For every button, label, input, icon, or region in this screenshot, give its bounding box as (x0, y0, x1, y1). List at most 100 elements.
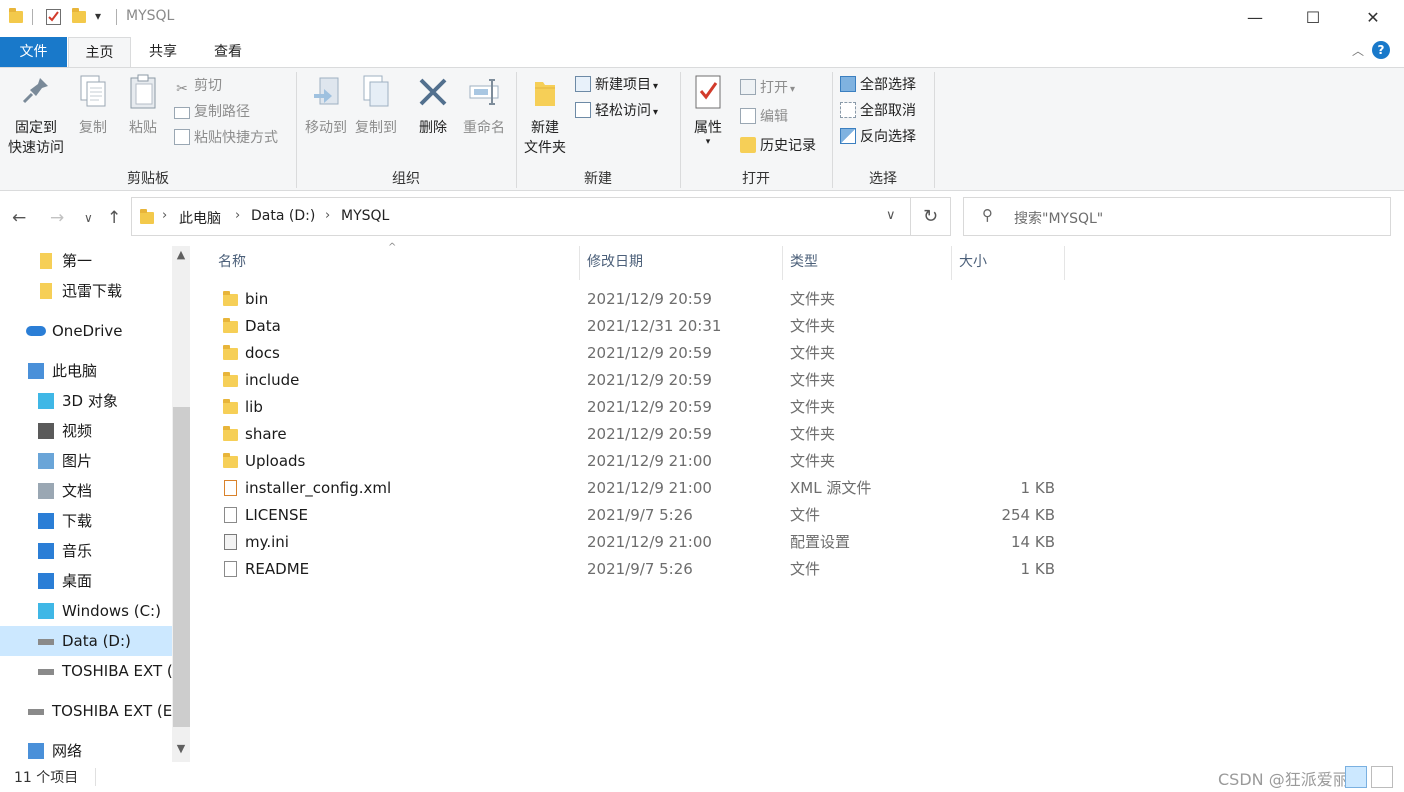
select-none-label: 全部取消 (860, 103, 916, 119)
folder-icon (40, 253, 52, 269)
file-row[interactable]: README 2021/9/7 5:26 文件 1 KB (212, 556, 1082, 583)
tab-home[interactable]: 主页 (68, 37, 131, 67)
nav-item[interactable]: Data (D:) (0, 626, 172, 656)
scroll-up-arrow-icon[interactable]: ▲ (172, 248, 190, 261)
paste-button[interactable]: 粘贴 (120, 74, 166, 138)
breadcrumb-separator-icon[interactable]: › (325, 208, 330, 223)
breadcrumb-separator-icon[interactable]: › (235, 208, 240, 223)
maximize-button[interactable]: ☐ (1290, 0, 1336, 34)
file-date: 2021/12/9 20:59 (587, 425, 712, 443)
select-none-button[interactable]: 全部取消 (840, 99, 916, 123)
file-row[interactable]: Data 2021/12/31 20:31 文件夹 (212, 313, 1082, 340)
nav-item[interactable]: 图片 (0, 446, 172, 476)
breadcrumb-this-pc[interactable]: 此电脑 (179, 208, 221, 228)
close-button[interactable]: ✕ (1350, 0, 1396, 34)
file-row[interactable]: bin 2021/12/9 20:59 文件夹 (212, 286, 1082, 313)
collapse-ribbon-icon[interactable]: ︿ (1352, 42, 1364, 59)
column-header-size[interactable]: 大小 (959, 252, 987, 280)
pin-to-quick-access-button[interactable]: 固定到 快速访问 (4, 74, 68, 158)
nav-item[interactable]: 此电脑 (0, 356, 172, 386)
nav-item[interactable]: Windows (C:) (0, 596, 172, 626)
column-header-name[interactable]: 名称 (218, 252, 246, 280)
file-name[interactable]: docs (245, 340, 280, 367)
file-name[interactable]: installer_config.xml (245, 475, 391, 502)
search-box[interactable]: ⚲ 搜索"MYSQL" (963, 197, 1391, 236)
nav-item[interactable]: TOSHIBA EXT (E:) (0, 696, 172, 726)
column-header-type[interactable]: 类型 (790, 252, 818, 280)
file-name[interactable]: bin (245, 286, 268, 313)
file-name[interactable]: LICENSE (245, 502, 308, 529)
help-icon[interactable]: ? (1372, 41, 1390, 59)
up-arrow-icon[interactable]: ↑ (107, 208, 121, 228)
breadcrumb-mysql[interactable]: MYSQL (341, 208, 389, 224)
file-row[interactable]: Uploads 2021/12/9 21:00 文件夹 (212, 448, 1082, 475)
open-button[interactable]: 打开 ▾ (740, 76, 795, 100)
delete-button[interactable]: 删除 (412, 74, 454, 138)
select-all-button[interactable]: 全部选择 (840, 73, 916, 97)
file-row[interactable]: installer_config.xml 2021/12/9 21:00 XML 源… (212, 475, 1082, 502)
edit-button[interactable]: 编辑 (740, 105, 788, 129)
file-date: 2021/12/31 20:31 (587, 317, 722, 335)
file-row[interactable]: include 2021/12/9 20:59 文件夹 (212, 367, 1082, 394)
tab-view[interactable]: 查看 (198, 37, 258, 67)
nav-item[interactable]: 下载 (0, 506, 172, 536)
nav-item[interactable]: OneDrive (0, 316, 172, 346)
nav-scrollbar-thumb[interactable] (173, 407, 190, 727)
file-name[interactable]: README (245, 556, 309, 583)
column-divider[interactable] (951, 246, 952, 280)
breadcrumb-data-drive[interactable]: Data (D:) (251, 208, 315, 224)
tab-file[interactable]: 文件 (0, 37, 67, 67)
back-arrow-icon[interactable]: ← (12, 208, 26, 228)
file-row[interactable]: my.ini 2021/12/9 21:00 配置设置 14 KB (212, 529, 1082, 556)
nav-item[interactable]: 迅雷下载 (0, 276, 172, 306)
breadcrumb-separator-icon[interactable]: › (162, 208, 167, 223)
new-folder-quick-access-icon[interactable] (72, 8, 86, 23)
recent-locations-chevron-icon[interactable]: ∨ (84, 211, 93, 225)
file-name[interactable]: Uploads (245, 448, 305, 475)
properties-quick-access-icon[interactable] (46, 9, 61, 25)
large-icons-view-button[interactable] (1371, 766, 1393, 788)
cut-button[interactable]: ✂ 剪切 (174, 74, 222, 98)
file-row[interactable]: LICENSE 2021/9/7 5:26 文件 254 KB (212, 502, 1082, 529)
file-name[interactable]: share (245, 421, 287, 448)
nav-item[interactable]: TOSHIBA EXT (E:) (0, 656, 172, 686)
nav-item[interactable]: 音乐 (0, 536, 172, 566)
column-divider[interactable] (782, 246, 783, 280)
new-folder-button[interactable]: 新建 文件夹 (520, 74, 570, 158)
file-name[interactable]: Data (245, 313, 281, 340)
history-button[interactable]: 历史记录 (740, 134, 816, 158)
paste-shortcut-button[interactable]: 粘贴快捷方式 (174, 126, 278, 150)
column-header-date[interactable]: 修改日期 (587, 252, 643, 280)
refresh-button[interactable]: ↻ (911, 197, 951, 236)
move-to-button[interactable]: 移动到 (302, 74, 350, 138)
address-bar[interactable]: › 此电脑 › Data (D:) › MYSQL ∨ (131, 197, 911, 236)
file-row[interactable]: lib 2021/12/9 20:59 文件夹 (212, 394, 1082, 421)
nav-item[interactable]: 视频 (0, 416, 172, 446)
file-name[interactable]: lib (245, 394, 263, 421)
details-view-button[interactable] (1345, 766, 1367, 788)
copy-button[interactable]: 复制 (72, 74, 114, 138)
tab-share[interactable]: 共享 (133, 37, 193, 67)
rename-button[interactable]: 重命名 (458, 74, 510, 138)
file-row[interactable]: share 2021/12/9 20:59 文件夹 (212, 421, 1082, 448)
nav-item[interactable]: 3D 对象 (0, 386, 172, 416)
easy-access-button[interactable]: 轻松访问 ▾ (575, 99, 658, 123)
file-name[interactable]: my.ini (245, 529, 289, 556)
address-history-chevron-icon[interactable]: ∨ (886, 208, 896, 223)
minimize-button[interactable]: — (1232, 0, 1278, 34)
invert-selection-button[interactable]: 反向选择 (840, 125, 916, 149)
column-divider[interactable] (1064, 246, 1065, 280)
column-divider[interactable] (579, 246, 580, 280)
copy-to-button[interactable]: 复制到 (352, 74, 400, 138)
nav-item[interactable]: 第一 (0, 246, 172, 276)
nav-item[interactable]: 文档 (0, 476, 172, 506)
scroll-down-arrow-icon[interactable]: ▼ (172, 742, 190, 755)
file-name[interactable]: include (245, 367, 299, 394)
new-item-button[interactable]: 新建项目 ▾ (575, 73, 658, 97)
properties-button[interactable]: 属性 ▾ (688, 74, 728, 147)
copy-path-button[interactable]: 复制路径 (174, 100, 250, 124)
forward-arrow-icon[interactable]: → (50, 208, 64, 228)
nav-item[interactable]: 桌面 (0, 566, 172, 596)
file-row[interactable]: docs 2021/12/9 20:59 文件夹 (212, 340, 1082, 367)
quick-access-dropdown-icon[interactable]: ▾ (95, 9, 101, 23)
